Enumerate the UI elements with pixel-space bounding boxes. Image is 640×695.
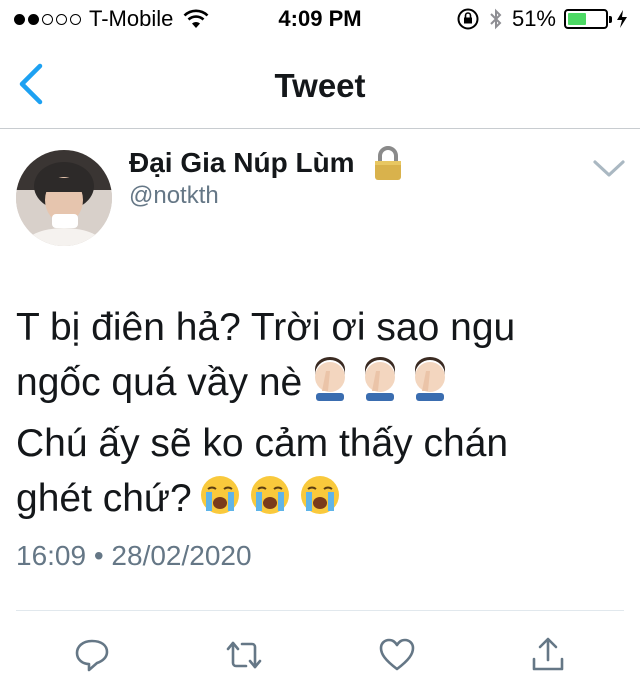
emoji-group-crying — [192, 473, 342, 532]
like-icon — [379, 638, 415, 671]
tweet-text-line: Chú ấy sẽ ko cảm thấy chán — [16, 422, 509, 465]
crying-face-emoji — [250, 476, 289, 514]
crying-face-emoji — [200, 476, 239, 514]
divider — [16, 610, 624, 611]
tweet-text-line: T bị điên hả? Trời ơi sao ngu — [16, 306, 516, 349]
lock-icon — [375, 146, 401, 180]
avatar[interactable] — [16, 150, 112, 246]
retweet-button[interactable] — [224, 635, 264, 675]
user-handle[interactable]: @notkth — [129, 182, 219, 210]
face-palm-emoji — [315, 357, 346, 401]
page-title: Tweet — [274, 67, 366, 104]
battery-icon — [564, 9, 612, 29]
status-bar-right: 51% — [456, 6, 628, 32]
charging-bolt-icon — [617, 10, 627, 28]
share-button[interactable] — [528, 635, 568, 675]
display-name[interactable]: Đại Gia Núp Lùm — [129, 147, 355, 179]
emoji-group-facepalm — [302, 357, 452, 416]
crying-face-emoji — [300, 476, 339, 514]
share-icon — [532, 637, 564, 671]
like-button[interactable] — [377, 635, 417, 675]
nav-bar: Tweet — [0, 40, 640, 129]
face-palm-emoji — [415, 357, 446, 401]
reply-icon — [75, 639, 109, 672]
tweet-text: T bị điên hả? Trời ơi sao ngu ngốc quá v… — [16, 300, 616, 532]
retweet-icon — [226, 641, 262, 669]
tweet-timestamp[interactable]: 16:09 • 28/02/2020 — [16, 540, 252, 572]
reply-button[interactable] — [72, 635, 112, 675]
face-palm-emoji — [365, 357, 396, 401]
tweet-text-line: ghét chứ? — [16, 477, 192, 520]
tweet-text-line: ngốc quá vầy nè — [16, 361, 303, 404]
chevron-down-icon[interactable] — [592, 158, 626, 180]
battery-level-fill — [568, 13, 587, 25]
bluetooth-icon — [490, 8, 502, 30]
orientation-lock-icon — [457, 8, 479, 30]
battery-percentage: 51% — [511, 6, 556, 31]
status-bar: T-Mobile 4:09 PM 51% — [0, 0, 640, 40]
avatar-image — [16, 150, 112, 246]
